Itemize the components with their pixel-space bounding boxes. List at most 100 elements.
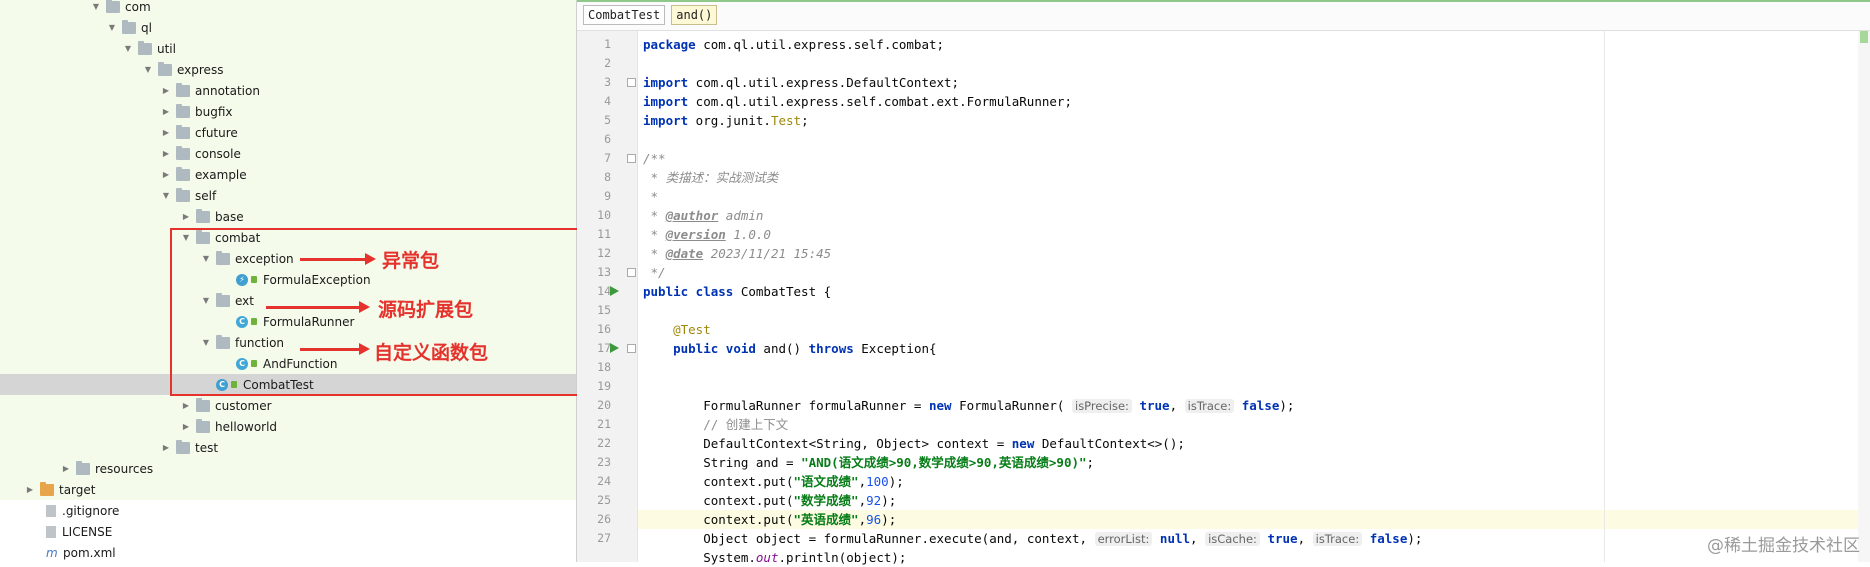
chevron-right-icon[interactable]: ▶	[60, 463, 72, 475]
code-line-28: System.out.println(object);	[703, 550, 907, 565]
chevron-right-icon[interactable]: ▶	[160, 169, 172, 181]
tree-item-label: helloworld	[215, 419, 278, 434]
chevron-right-icon[interactable]: ▶	[160, 148, 172, 160]
fold-icon[interactable]	[627, 78, 636, 87]
code-line-4: import com.ql.util.express.self.combat.e…	[643, 94, 1072, 109]
code-line-27: Object object = formulaRunner.execute(an…	[703, 531, 1423, 546]
tree-item-bugfix[interactable]: ▶ bugfix	[0, 101, 576, 122]
line-number: 4	[604, 94, 611, 108]
line-number: 27	[597, 531, 611, 545]
run-icon[interactable]	[610, 343, 619, 353]
line-number: 7	[604, 151, 611, 165]
line-number: 22	[597, 436, 611, 450]
annotation-ext: 源码扩展包	[378, 299, 474, 321]
chevron-right-icon[interactable]: ▶	[180, 421, 192, 433]
folder-icon	[106, 0, 120, 13]
code-area[interactable]: package com.ql.util.express.self.combat;…	[638, 31, 1870, 565]
tree-item-test[interactable]: ▶ test	[0, 437, 576, 458]
maven-file-icon: m	[46, 545, 58, 560]
tree-item-gitignore[interactable]: .gitignore	[0, 500, 576, 521]
chevron-down-icon[interactable]: ▼	[142, 64, 154, 76]
folder-icon	[76, 460, 90, 475]
chevron-down-icon[interactable]: ▼	[90, 1, 102, 13]
folder-icon	[176, 166, 190, 181]
line-gutter: 1 2 3 4 5 6 7 8 9 10 11 12 13 14 15 16 17 18 19 20 21 22 23 24 2…	[577, 31, 638, 562]
tree-item-util[interactable]: ▼ util	[0, 38, 576, 59]
tree-item-example[interactable]: ▶ example	[0, 164, 576, 185]
code-line-7: /**	[643, 151, 666, 166]
fold-icon[interactable]	[627, 344, 636, 353]
code-line-13: */	[643, 265, 666, 280]
tree-item-label: LICENSE	[62, 524, 113, 539]
tree-item-label: express	[177, 62, 224, 77]
folder-icon	[176, 124, 190, 139]
tree-item-label: base	[215, 209, 244, 224]
tree-item-com[interactable]: ▼ com	[0, 0, 576, 17]
tree-item-target[interactable]: ▶ target	[0, 479, 576, 500]
tree-item-helloworld[interactable]: ▶ helloworld	[0, 416, 576, 437]
line-number: 16	[597, 322, 611, 336]
fold-icon[interactable]	[627, 268, 636, 277]
tree-item-resources[interactable]: ▶ resources	[0, 458, 576, 479]
tree-item-label: example	[195, 167, 247, 182]
arrow-exception	[300, 253, 376, 265]
chevron-down-icon[interactable]: ▼	[122, 43, 134, 55]
arrow-ext	[266, 301, 370, 313]
breadcrumb-class[interactable]: CombatTest	[583, 5, 666, 25]
tree-item-base[interactable]: ▶ base	[0, 206, 576, 227]
chevron-right-icon[interactable]: ▶	[160, 106, 172, 118]
tree-item-label: annotation	[195, 83, 260, 98]
code-line-8: * 类描述：实战测试类	[643, 170, 779, 185]
chevron-right-icon[interactable]: ▶	[180, 400, 192, 412]
folder-icon	[176, 187, 190, 202]
folder-icon	[176, 103, 190, 118]
code-line-11: * @version 1.0.0	[643, 227, 771, 242]
run-icon[interactable]	[610, 286, 619, 296]
chevron-down-icon[interactable]: ▼	[106, 22, 118, 34]
tree-item-cfuture[interactable]: ▶ cfuture	[0, 122, 576, 143]
chevron-right-icon[interactable]: ▶	[24, 484, 36, 496]
tree-item-label: cfuture	[195, 125, 238, 140]
code-line-12: * @date 2023/11/21 15:45	[643, 246, 832, 261]
tree-item-label: ql	[141, 20, 152, 35]
chevron-right-icon[interactable]: ▶	[160, 127, 172, 139]
line-number: 20	[597, 398, 611, 412]
annotation-function: 自定义函数包	[374, 342, 489, 364]
chevron-right-icon[interactable]: ▶	[160, 442, 172, 454]
tree-item-annotation[interactable]: ▶ annotation	[0, 80, 576, 101]
line-number: 12	[597, 246, 611, 260]
tree-item-self[interactable]: ▼ self	[0, 185, 576, 206]
fold-icon[interactable]	[627, 154, 636, 163]
tree-item-label: test	[195, 440, 219, 455]
breadcrumb-method[interactable]: and()	[671, 5, 718, 25]
tree-item-label: pom.xml	[63, 545, 116, 560]
code-editor[interactable]: CombatTest and() 1 2 3 4 5 6 7 8 9 10 11 12 13 14 15 16…	[577, 0, 1870, 565]
line-number: 1	[604, 37, 611, 51]
code-line-23: String and = "AND(语文成绩>90,数学成绩>90,英语成绩>9…	[703, 455, 1095, 470]
breadcrumb: CombatTest and()	[577, 0, 1870, 31]
chevron-right-icon[interactable]: ▶	[180, 211, 192, 223]
code-line-3: import com.ql.util.express.DefaultContex…	[643, 75, 960, 90]
scrollbar[interactable]	[1858, 31, 1870, 562]
tree-item-label: .gitignore	[62, 503, 120, 518]
chevron-right-icon[interactable]: ▶	[160, 85, 172, 97]
tree-item-pomxml[interactable]: m pom.xml	[0, 542, 576, 562]
line-number: 26	[597, 512, 611, 526]
code-line-5: import org.junit.Test;	[643, 113, 809, 128]
line-number: 3	[604, 75, 611, 89]
tree-item-console[interactable]: ▶ console	[0, 143, 576, 164]
folder-icon	[138, 40, 152, 55]
line-number: 11	[597, 227, 611, 241]
tree-item-license[interactable]: LICENSE	[0, 521, 576, 542]
tree-item-express[interactable]: ▼ express	[0, 59, 576, 80]
line-number: 25	[597, 493, 611, 507]
folder-icon	[40, 481, 54, 496]
chevron-down-icon[interactable]: ▼	[160, 190, 172, 202]
code-line-9: *	[643, 189, 659, 204]
tree-item-customer[interactable]: ▶ customer	[0, 395, 576, 416]
tree-item-ql[interactable]: ▼ ql	[0, 17, 576, 38]
folder-icon	[176, 439, 190, 454]
line-number: 13	[597, 265, 611, 279]
watermark: @稀土掘金技术社区	[1707, 536, 1860, 556]
